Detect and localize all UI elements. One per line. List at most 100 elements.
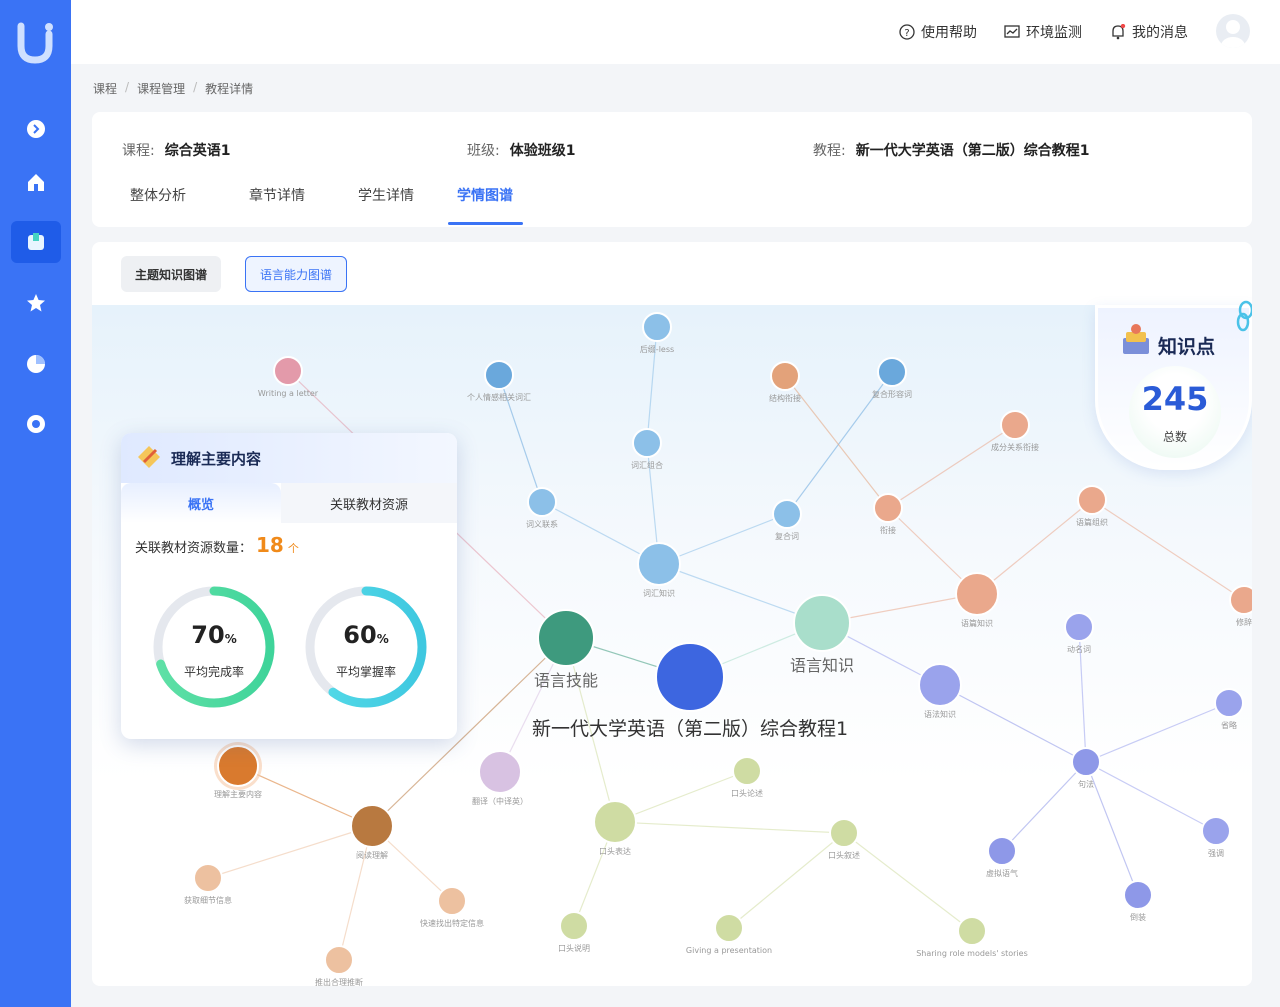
- graph-node[interactable]: 动名词: [1064, 612, 1094, 654]
- graph-node[interactable]: Writing a letter: [258, 356, 319, 398]
- graph-node-circle[interactable]: [273, 356, 303, 386]
- graph-node-circle[interactable]: [793, 594, 851, 652]
- sidebar-item-course[interactable]: [11, 221, 61, 263]
- graph-node[interactable]: 阅读理解: [350, 804, 394, 860]
- messages-link[interactable]: 我的消息: [1110, 22, 1188, 42]
- popup-tab-resources[interactable]: 关联教材资源: [281, 483, 457, 523]
- graph-node-circle[interactable]: [957, 916, 987, 946]
- expand-sidebar-button[interactable]: [11, 108, 61, 150]
- graph-node[interactable]: 个人情感相关词汇: [467, 360, 531, 402]
- sidebar-item-home[interactable]: [11, 161, 61, 203]
- graph-node[interactable]: 口头表达: [593, 800, 637, 856]
- graph-node[interactable]: 口头叙述: [828, 818, 860, 860]
- graph-node[interactable]: 获取细节信息: [184, 863, 232, 905]
- graph-node-label: 阅读理解: [356, 850, 388, 860]
- environment-monitor-link[interactable]: 环境监测: [1004, 22, 1082, 42]
- graph-node-circle[interactable]: [437, 886, 467, 916]
- bell-icon: [1112, 24, 1126, 40]
- graph-node-circle[interactable]: [537, 609, 595, 667]
- graph-node-circle[interactable]: [1000, 410, 1030, 440]
- graph-node[interactable]: 语篇组织: [1076, 485, 1108, 527]
- graph-node-circle[interactable]: [478, 750, 522, 794]
- graph-node-circle[interactable]: [1071, 747, 1101, 777]
- graph-node[interactable]: 成分关系衔接: [991, 410, 1039, 452]
- graph-node[interactable]: 词汇知识: [637, 542, 681, 598]
- graph-node[interactable]: 虚拟语气: [986, 836, 1018, 878]
- graph-node-circle[interactable]: [593, 800, 637, 844]
- graph-node[interactable]: 后缀-less: [640, 312, 674, 354]
- graph-node[interactable]: 倒装: [1123, 880, 1153, 922]
- tab-learning-graph[interactable]: 学情图谱: [457, 185, 513, 205]
- graph-node[interactable]: 理解主要内容: [214, 742, 262, 799]
- sidebar-item-favorites[interactable]: [11, 282, 61, 324]
- graph-node[interactable]: 语言知识: [790, 594, 854, 675]
- graph-node-circle[interactable]: [1214, 688, 1244, 718]
- graph-node[interactable]: 推出合理推断: [315, 945, 363, 986]
- graph-node-circle[interactable]: [655, 642, 725, 712]
- graph-node[interactable]: 语法知识: [918, 663, 962, 719]
- graph-node-circle[interactable]: [1123, 880, 1153, 910]
- graph-node-circle[interactable]: [559, 911, 589, 941]
- graph-node[interactable]: 语言技能: [534, 609, 598, 690]
- graph-node[interactable]: 衔接: [873, 493, 903, 535]
- popup-tab-overview[interactable]: 概览: [121, 483, 281, 523]
- graph-node[interactable]: 口头论述: [731, 756, 763, 798]
- graph-node[interactable]: 词义联系: [526, 487, 558, 529]
- graph-node[interactable]: 翻译（中译英）: [472, 750, 528, 806]
- user-avatar[interactable]: [1216, 14, 1250, 48]
- graph-node-circle[interactable]: [955, 572, 999, 616]
- graph-node-label: 语篇组织: [1076, 517, 1108, 527]
- graph-node[interactable]: 复合形容词: [872, 357, 912, 399]
- graph-node-label: 快速找出特定信息: [420, 918, 484, 928]
- resource-count-unit: 个: [287, 542, 299, 555]
- graph-node[interactable]: 句法: [1071, 747, 1101, 789]
- graph-node-circle[interactable]: [324, 945, 354, 975]
- graph-node[interactable]: 词汇组合: [631, 428, 663, 470]
- language-graph-button[interactable]: 语言能力图谱: [245, 256, 348, 292]
- graph-node[interactable]: 口头说明: [558, 911, 590, 953]
- graph-node-circle[interactable]: [642, 312, 672, 342]
- graph-node[interactable]: 省略: [1214, 688, 1244, 730]
- graph-node-circle[interactable]: [350, 804, 394, 848]
- graph-node[interactable]: Giving a presentation: [686, 913, 772, 955]
- graph-node[interactable]: 语篇知识: [955, 572, 999, 628]
- graph-node-circle[interactable]: [484, 360, 514, 390]
- graph-node-circle[interactable]: [217, 745, 259, 787]
- graph-node[interactable]: 快速找出特定信息: [420, 886, 484, 928]
- graph-node[interactable]: 修辞: [1229, 585, 1252, 627]
- graph-node-circle[interactable]: [527, 487, 557, 517]
- graph-node-circle[interactable]: [632, 428, 662, 458]
- graph-node-circle[interactable]: [829, 818, 859, 848]
- tab-student-detail[interactable]: 学生详情: [358, 185, 414, 205]
- tab-overall-analysis[interactable]: 整体分析: [130, 185, 186, 205]
- graph-node-circle[interactable]: [714, 913, 744, 943]
- graph-node[interactable]: 强调: [1201, 816, 1231, 858]
- breadcrumb-course-management[interactable]: 课程管理: [137, 80, 185, 97]
- course-info-card: 课程: 综合英语1 班级: 体验班级1 教程: 新一代大学英语（第二版）综合教程…: [92, 112, 1252, 227]
- graph-node-circle[interactable]: [772, 499, 802, 529]
- textbook-info: 教程: 新一代大学英语（第二版）综合教程1: [813, 140, 1089, 160]
- graph-node[interactable]: Sharing role models' stories: [916, 916, 1028, 958]
- graph-node-circle[interactable]: [1064, 612, 1094, 642]
- textbook-value: 新一代大学英语（第二版）综合教程1: [855, 143, 1090, 159]
- breadcrumb-courses[interactable]: 课程: [93, 80, 117, 97]
- graph-node-circle[interactable]: [873, 493, 903, 523]
- help-link[interactable]: ? 使用帮助: [899, 22, 977, 42]
- graph-node-circle[interactable]: [877, 357, 907, 387]
- sidebar-item-settings[interactable]: [11, 403, 61, 445]
- topic-graph-button[interactable]: 主题知识图谱: [121, 256, 222, 292]
- graph-node-circle[interactable]: [918, 663, 962, 707]
- graph-node-circle[interactable]: [193, 863, 223, 893]
- graph-node-circle[interactable]: [1077, 485, 1107, 515]
- graph-node-circle[interactable]: [987, 836, 1017, 866]
- graph-node-circle[interactable]: [770, 361, 800, 391]
- graph-node-circle[interactable]: [1229, 585, 1252, 615]
- graph-node[interactable]: 结构衔接: [769, 361, 801, 403]
- graph-node-label: 虚拟语气: [986, 868, 1018, 878]
- graph-node[interactable]: 复合词: [772, 499, 802, 541]
- graph-node-circle[interactable]: [1201, 816, 1231, 846]
- graph-node-circle[interactable]: [637, 542, 681, 586]
- graph-node-circle[interactable]: [732, 756, 762, 786]
- tab-chapter-detail[interactable]: 章节详情: [249, 185, 305, 205]
- sidebar-item-statistics[interactable]: [11, 343, 61, 385]
